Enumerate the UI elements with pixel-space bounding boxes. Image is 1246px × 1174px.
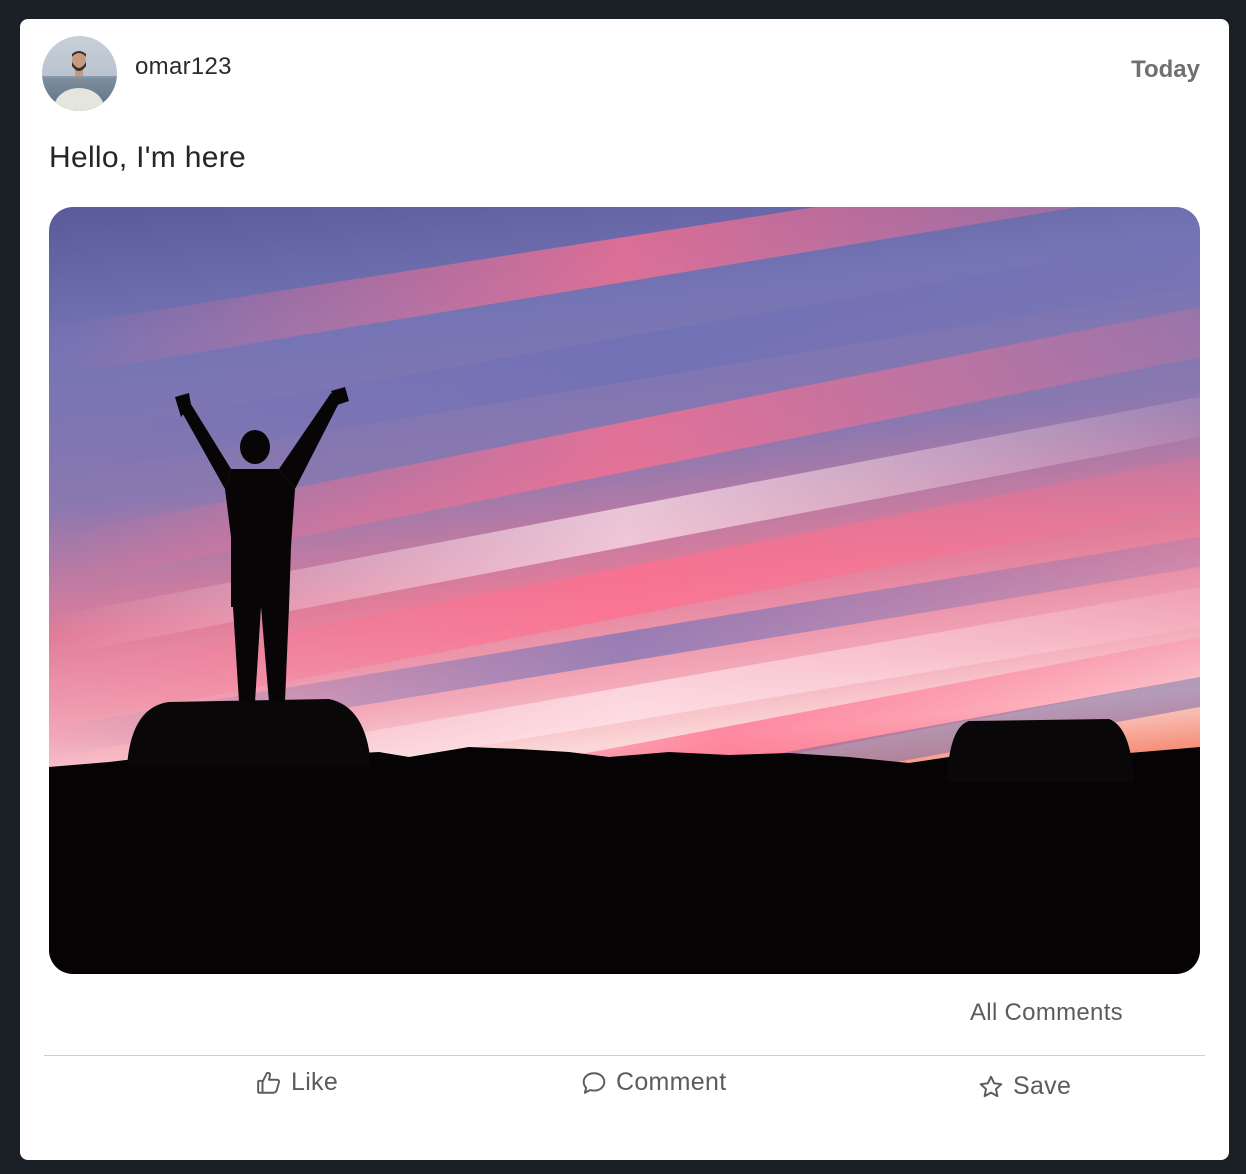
username[interactable]: omar123 xyxy=(135,53,232,81)
comment-button[interactable]: Comment xyxy=(581,1068,726,1097)
post-image[interactable] xyxy=(49,207,1200,974)
avatar[interactable] xyxy=(42,36,117,111)
all-comments-link[interactable]: All Comments xyxy=(970,999,1123,1027)
post-card: omar123 Today Hello, I'm here All Commen… xyxy=(20,19,1229,1160)
like-button[interactable]: Like xyxy=(256,1068,338,1097)
divider xyxy=(44,1055,1205,1056)
post-date: Today xyxy=(1131,56,1200,83)
comment-label: Comment xyxy=(616,1068,727,1096)
save-label: Save xyxy=(1013,1072,1072,1100)
star-icon xyxy=(978,1074,1004,1100)
thumbs-up-icon xyxy=(256,1070,282,1096)
save-button[interactable]: Save xyxy=(978,1072,1071,1101)
post-text: Hello, I'm here xyxy=(49,141,246,174)
like-label: Like xyxy=(291,1068,339,1096)
speech-bubble-icon xyxy=(581,1070,607,1096)
